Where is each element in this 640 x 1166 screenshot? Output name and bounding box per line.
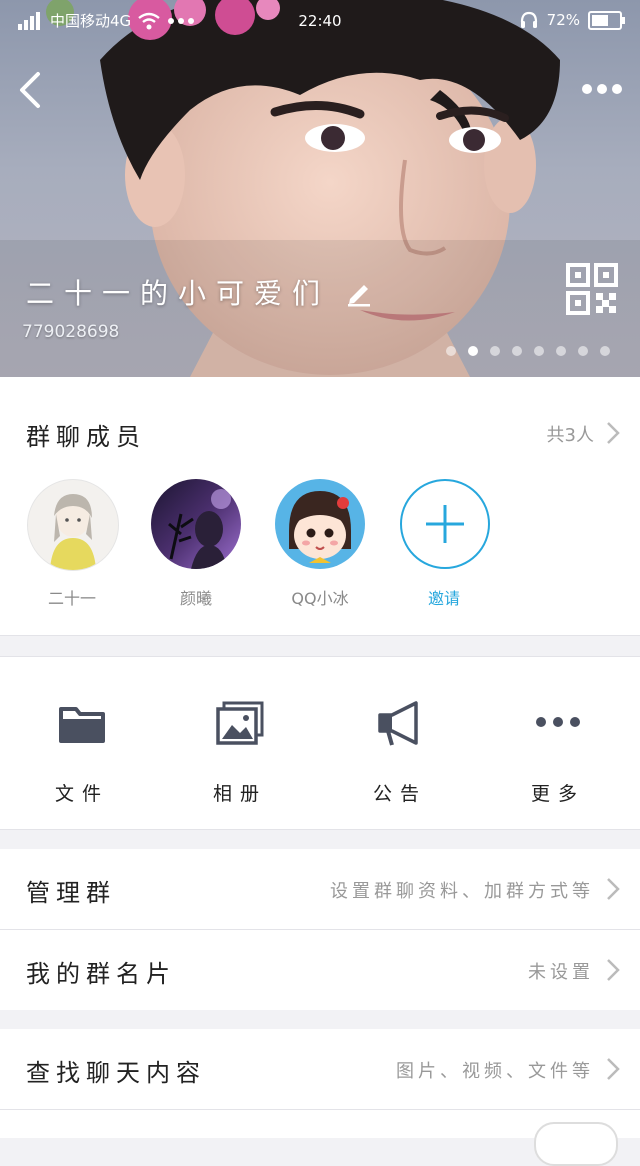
group-name[interactable]: 二十一的小可爱们 — [26, 272, 330, 312]
manage-group-row[interactable]: 管理群 设置群聊资料、加群方式等 — [0, 849, 640, 929]
page-dot — [468, 346, 478, 356]
my-group-card-title: 我的群名片 — [26, 960, 176, 988]
headphone-icon — [520, 11, 537, 28]
battery-icon — [588, 10, 625, 30]
members-title: 群聊成员 — [26, 423, 146, 451]
page-dot — [534, 346, 544, 356]
files-label[interactable]: 文件 — [22, 779, 142, 806]
group-name-area[interactable]: 二十一的小可爱们 — [26, 272, 374, 312]
member-avatar[interactable] — [27, 479, 119, 571]
more-label[interactable]: 更多 — [498, 779, 618, 806]
photo-album-icon[interactable] — [216, 701, 264, 745]
chevron-right-icon — [607, 878, 620, 900]
member-avatar[interactable] — [151, 479, 241, 569]
plus-icon — [426, 505, 464, 543]
megaphone-icon[interactable] — [376, 701, 424, 747]
toggle-switch[interactable] — [534, 1122, 618, 1166]
page-dot — [446, 346, 456, 356]
member-name: QQ小冰 — [291, 589, 349, 608]
member-avatar[interactable] — [275, 479, 365, 569]
member-avatar-illustration — [50, 494, 96, 570]
page-dot — [490, 346, 500, 356]
page-dot — [600, 346, 610, 356]
more-icon[interactable] — [534, 715, 582, 729]
manage-group-title: 管理群 — [26, 879, 116, 907]
search-chat-row[interactable]: 查找聊天内容 图片、视频、文件等 — [0, 1029, 640, 1109]
member-avatar-illustration — [289, 491, 351, 563]
more-menu-button[interactable] — [580, 76, 624, 102]
page-dot — [578, 346, 588, 356]
announcement-label[interactable]: 公告 — [340, 779, 460, 806]
cover-page-indicator — [446, 346, 610, 356]
page-dot — [556, 346, 566, 356]
chevron-right-icon — [607, 1058, 620, 1080]
search-chat-title: 查找聊天内容 — [26, 1059, 206, 1087]
group-header: 中国移动4G 22:40 72% 二十一的小可爱们 779028698 — [0, 0, 640, 377]
next-setting-row[interactable] — [0, 1110, 640, 1166]
qr-code-button[interactable] — [566, 263, 618, 315]
search-chat-hint: 图片、视频、文件等 — [396, 1061, 594, 1082]
invite-button[interactable] — [400, 479, 490, 569]
status-right: 72% — [519, 10, 625, 30]
group-actions: 文件 相册 公告 更多 — [0, 656, 640, 830]
members-section: 群聊成员 共3人 二十一 颜曦 QQ小冰 邀请 — [0, 377, 640, 636]
back-button[interactable] — [14, 68, 48, 112]
group-number: 779028698 — [22, 322, 120, 342]
chevron-right-icon — [607, 959, 620, 981]
manage-group-hint: 设置群聊资料、加群方式等 — [330, 881, 594, 902]
member-avatar-illustration — [168, 489, 231, 569]
page-dot — [512, 346, 522, 356]
my-group-card-row[interactable]: 我的群名片 未设置 — [0, 930, 640, 1010]
members-count[interactable]: 共3人 — [547, 421, 594, 447]
chevron-right-icon[interactable] — [606, 421, 620, 445]
my-group-card-value: 未设置 — [528, 962, 594, 983]
member-name: 二十一 — [47, 589, 96, 608]
group-cover-photo[interactable] — [0, 0, 640, 377]
album-label[interactable]: 相册 — [180, 779, 300, 806]
battery-percent: 72% — [546, 11, 580, 29]
edit-pencil-icon[interactable] — [344, 277, 374, 307]
invite-label[interactable]: 邀请 — [384, 585, 504, 609]
status-bar: 中国移动4G 22:40 72% — [0, 0, 640, 42]
member-name: 颜曦 — [179, 589, 212, 608]
folder-icon[interactable] — [58, 701, 106, 745]
